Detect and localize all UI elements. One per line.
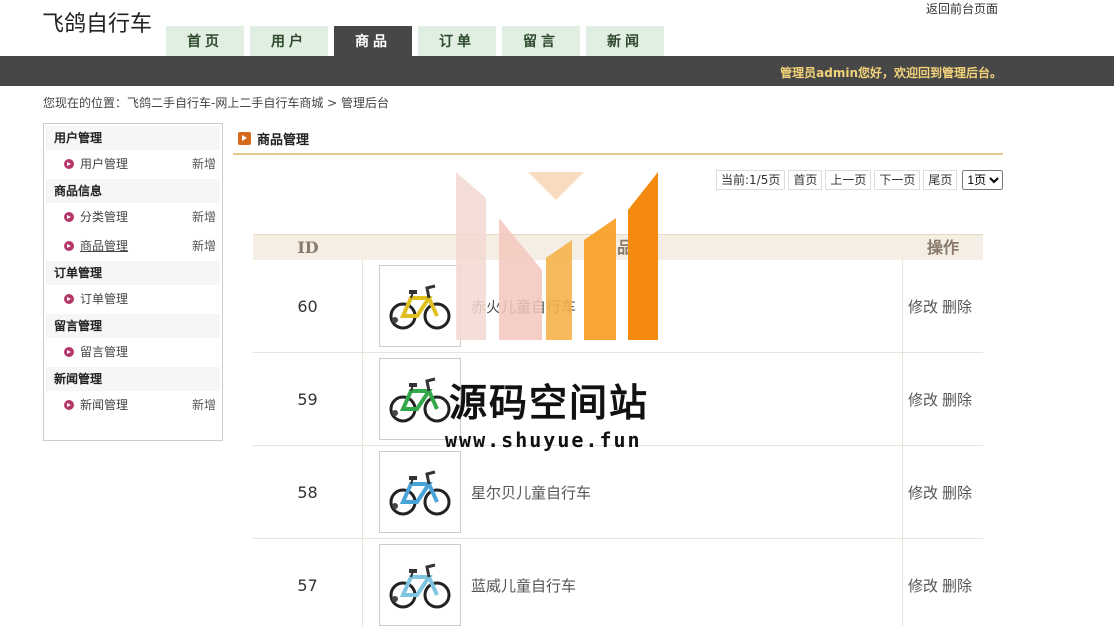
tab-news[interactable]: 新闻 [586,26,664,56]
main-nav: 首页 用户 商品 订单 留言 新闻 [166,26,670,56]
sidebar-group-title: 新闻管理 [46,367,220,391]
top-bar: 管理员admin您好，欢迎回到管理后台。 [0,56,1114,86]
row-name-cell: 赤火儿童自行车 [363,260,903,352]
sidebar-add-link[interactable]: 新增 [192,232,216,261]
delete-link[interactable]: 删除 [942,575,972,596]
sidebar-add-link[interactable]: 新增 [192,203,216,232]
arrow-bullet-icon [64,400,74,410]
sidebar-item-label[interactable]: 用户管理 [80,157,128,171]
row-actions: 修改 删除 [903,539,983,626]
bicycle-icon [389,377,451,423]
breadcrumb: 您现在的位置：飞鸽二手自行车-网上二手自行车商城 > 管理后台 [43,96,390,110]
sidebar-item-label[interactable]: 分类管理 [80,210,128,224]
row-id: 60 [253,260,363,352]
site-title: 飞鸽自行车 [42,12,153,37]
panel-divider [233,153,1003,155]
panel-title-text: 商品管理 [257,133,310,148]
sidebar-item-message-manage[interactable]: 留言管理 [46,338,220,367]
pagination: 当前:1/5页 首页 上一页 下一页 尾页 1页 [716,170,1004,190]
page-status: 当前:1/5页 [716,170,786,190]
sidebar-group-title: 用户管理 [46,126,220,150]
tab-users[interactable]: 用户 [250,26,328,56]
delete-link[interactable]: 删除 [942,482,972,503]
first-page-button[interactable]: 首页 [788,170,823,190]
delete-link[interactable]: 删除 [942,296,972,317]
header-operation: 操作 [926,238,959,257]
table-header: ID 品称 操作 [253,234,983,260]
tab-home[interactable]: 首页 [166,26,244,56]
sidebar: 用户管理 用户管理 新增 商品信息 分类管理 新增 商品管理 新增 订单管理 订… [43,123,223,441]
edit-link[interactable]: 修改 [908,575,938,596]
sidebar-add-link[interactable]: 新增 [192,150,216,179]
product-name[interactable]: 蓝威儿童自行车 [471,575,576,596]
row-actions: 修改 删除 [903,353,983,445]
arrow-bullet-icon [64,347,74,357]
edit-link[interactable]: 修改 [908,482,938,503]
watermark-url: www.shuyue.fun [445,428,642,452]
next-page-button[interactable]: 下一页 [874,170,921,190]
sidebar-item-category-manage[interactable]: 分类管理 新增 [46,203,220,232]
row-actions: 修改 删除 [903,260,983,352]
arrow-bullet-icon [64,159,74,169]
sidebar-item-product-manage[interactable]: 商品管理 新增 [46,232,220,261]
watermark-text: 源码空间站 [449,381,650,425]
last-page-button[interactable]: 尾页 [923,170,958,190]
bicycle-icon [389,563,451,609]
panel-title: 商品管理 [238,129,309,148]
sidebar-item-label[interactable]: 商品管理 [80,239,128,253]
sidebar-group-title: 商品信息 [46,179,220,203]
sidebar-item-news-manage[interactable]: 新闻管理 新增 [46,391,220,420]
product-name[interactable]: 赤火儿童自行车 [471,296,576,317]
tab-products[interactable]: 商品 [334,26,412,56]
tab-orders[interactable]: 订单 [418,26,496,56]
sidebar-item-order-manage[interactable]: 订单管理 [46,285,220,314]
edit-link[interactable]: 修改 [908,296,938,317]
sidebar-item-label[interactable]: 订单管理 [80,292,128,306]
table-row: 57 蓝威儿童自行车 修改 删除 [253,539,983,626]
edit-link[interactable]: 修改 [908,389,938,410]
product-name[interactable]: 星尔贝儿童自行车 [471,482,591,503]
row-actions: 修改 删除 [903,446,983,538]
row-name-cell: 蓝威儿童自行车 [363,539,903,626]
tab-messages[interactable]: 留言 [502,26,580,56]
sidebar-add-link[interactable]: 新增 [192,391,216,420]
back-to-frontend-link[interactable]: 返回前台页面 [926,0,998,17]
table-row: 60 赤火儿童自行车 修改 删除 [253,260,983,353]
sidebar-group-title: 留言管理 [46,314,220,338]
welcome-text: 管理员admin您好，欢迎回到管理后台。 [780,66,1002,80]
panel-arrow-icon [238,132,251,145]
row-id: 59 [253,353,363,445]
header-name: 品称 [616,238,649,257]
page-select[interactable]: 1页 [962,170,1004,190]
delete-link[interactable]: 删除 [942,389,972,410]
row-id: 57 [253,539,363,626]
sidebar-item-label[interactable]: 新闻管理 [80,398,128,412]
arrow-bullet-icon [64,241,74,251]
row-name-cell: 星尔贝儿童自行车 [363,446,903,538]
bicycle-icon [389,284,451,330]
row-id: 58 [253,446,363,538]
arrow-bullet-icon [64,212,74,222]
sidebar-item-label[interactable]: 留言管理 [80,345,128,359]
product-thumbnail[interactable] [379,451,461,533]
arrow-bullet-icon [64,294,74,304]
product-thumbnail[interactable] [379,265,461,347]
table-row: 58 星尔贝儿童自行车 修改 删除 [253,446,983,539]
header-id: ID [297,238,319,257]
bicycle-icon [389,470,451,516]
product-thumbnail[interactable] [379,544,461,626]
prev-page-button[interactable]: 上一页 [825,170,872,190]
sidebar-group-title: 订单管理 [46,261,220,285]
sidebar-item-user-manage[interactable]: 用户管理 新增 [46,150,220,179]
watermark-shape [528,172,584,200]
